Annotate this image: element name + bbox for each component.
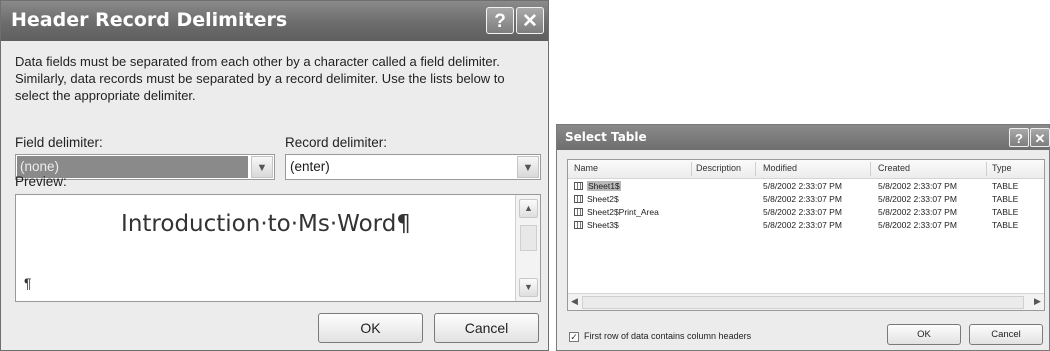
table-list[interactable]: Name Description Modified Created Type S… <box>567 159 1045 311</box>
scroll-left-arrow-icon[interactable]: ◀ <box>568 295 581 308</box>
record-delimiter-select[interactable]: (enter) ▼ <box>285 154 541 180</box>
table-icon <box>574 195 583 203</box>
row-modified: 5/8/2002 2:33:07 PM <box>763 220 842 230</box>
close-button[interactable]: ✕ <box>1030 128 1050 147</box>
help-button[interactable]: ? <box>486 7 514 34</box>
row-created: 5/8/2002 2:33:07 PM <box>878 181 957 191</box>
row-type: TABLE <box>992 220 1019 230</box>
paragraph-mark: ¶ <box>24 275 32 291</box>
list-header: Name Description Modified Created Type <box>568 160 1044 179</box>
cancel-button[interactable]: Cancel <box>434 313 539 343</box>
scroll-right-arrow-icon[interactable]: ▶ <box>1031 295 1044 308</box>
scroll-thumb[interactable] <box>582 296 1024 309</box>
description-text: Data fields must be separated from each … <box>15 54 505 103</box>
row-type: TABLE <box>992 207 1019 217</box>
table-row[interactable]: Sheet1$ 5/8/2002 2:33:07 PM 5/8/2002 2:3… <box>568 181 1044 193</box>
row-modified: 5/8/2002 2:33:07 PM <box>763 207 842 217</box>
preview-text: Introduction·to·Ms·Word¶ <box>121 211 411 237</box>
field-delimiter-value: (none) <box>20 159 60 174</box>
row-name: Sheet1$ <box>587 181 621 191</box>
table-row[interactable]: Sheet2$Print_Area 5/8/2002 2:33:07 PM 5/… <box>568 207 1044 219</box>
row-name: Sheet2$ <box>587 194 619 204</box>
table-icon <box>574 221 583 229</box>
first-row-headers-checkbox[interactable]: ✓ <box>569 332 579 342</box>
scroll-thumb[interactable] <box>520 225 537 251</box>
help-button[interactable]: ? <box>1009 128 1029 147</box>
column-header-created[interactable]: Created <box>878 163 910 173</box>
row-created: 5/8/2002 2:33:07 PM <box>878 220 957 230</box>
first-row-headers-label[interactable]: First row of data contains column header… <box>584 331 751 341</box>
column-divider[interactable] <box>691 162 692 176</box>
dialog-title: Header Record Delimiters <box>11 9 288 31</box>
table-icon <box>574 208 583 216</box>
dialog-title: Select Table <box>565 130 647 144</box>
table-icon <box>574 182 583 190</box>
row-created: 5/8/2002 2:33:07 PM <box>878 194 957 204</box>
vertical-scrollbar[interactable]: ▲ ▼ <box>515 195 540 301</box>
column-header-description[interactable]: Description <box>696 163 741 173</box>
column-divider[interactable] <box>755 162 756 176</box>
row-created: 5/8/2002 2:33:07 PM <box>878 207 957 217</box>
title-bar[interactable]: Select Table ? ✕ <box>557 125 1050 150</box>
close-button[interactable]: ✕ <box>516 7 544 34</box>
row-name: Sheet2$Print_Area <box>587 207 659 217</box>
column-divider[interactable] <box>870 162 871 176</box>
row-modified: 5/8/2002 2:33:07 PM <box>763 194 842 204</box>
table-row[interactable]: Sheet3$ 5/8/2002 2:33:07 PM 5/8/2002 2:3… <box>568 220 1044 232</box>
scroll-down-arrow-icon[interactable]: ▼ <box>519 278 538 297</box>
preview-label: Preview: <box>15 174 67 189</box>
cancel-button[interactable]: Cancel <box>969 324 1043 345</box>
row-type: TABLE <box>992 181 1019 191</box>
preview-box[interactable]: Introduction·to·Ms·Word¶ ¶ ▲ ▼ <box>15 194 541 302</box>
chevron-down-icon[interactable]: ▼ <box>517 156 539 178</box>
table-row[interactable]: Sheet2$ 5/8/2002 2:33:07 PM 5/8/2002 2:3… <box>568 194 1044 206</box>
ok-button[interactable]: OK <box>318 313 423 343</box>
column-header-name[interactable]: Name <box>574 163 598 173</box>
row-name: Sheet3$ <box>587 220 619 230</box>
field-delimiter-label: Field delimiter: <box>15 135 103 150</box>
select-table-dialog: Select Table ? ✕ Name Description Modifi… <box>556 124 1050 351</box>
scroll-up-arrow-icon[interactable]: ▲ <box>519 199 538 218</box>
column-header-modified[interactable]: Modified <box>763 163 797 173</box>
header-record-delimiters-dialog: Header Record Delimiters ? ✕ Data fields… <box>0 0 549 351</box>
column-header-type[interactable]: Type <box>992 163 1012 173</box>
ok-button[interactable]: OK <box>887 324 961 345</box>
record-delimiter-label: Record delimiter: <box>285 135 388 150</box>
row-type: TABLE <box>992 194 1019 204</box>
record-delimiter-value: (enter) <box>290 159 330 174</box>
chevron-down-icon[interactable]: ▼ <box>251 156 273 178</box>
title-bar[interactable]: Header Record Delimiters ? ✕ <box>1 1 548 41</box>
row-modified: 5/8/2002 2:33:07 PM <box>763 181 842 191</box>
horizontal-scrollbar[interactable]: ◀ ▶ <box>568 293 1044 310</box>
column-divider[interactable] <box>986 162 987 176</box>
